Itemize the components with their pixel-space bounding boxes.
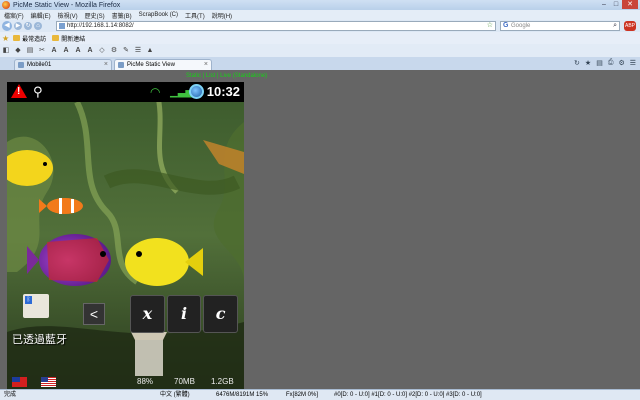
menu-icon[interactable]: ☰ [630,59,636,67]
extension-icon[interactable]: ⚙ [110,47,118,55]
bluetooth-icon: ᛒ [25,296,32,304]
menu-edit[interactable]: 編輯(E) [31,11,51,20]
menu-bar: 檔案(F) 編輯(E) 檢視(V) 歷史(S) 書籤(B) ScrapBook … [0,10,640,20]
extension-icon[interactable]: ◧ [2,47,10,55]
navigation-toolbar: ◀ ▶ ↻ ⌂ http://192.168.1.14:8082/ ☆ G Go… [0,20,640,32]
tab-close-icon[interactable]: × [204,60,208,70]
folder-icon [13,35,21,41]
battery-percent: 88% [137,377,154,386]
firefox-memory: Fx[82M 0%] [286,392,319,398]
text-size-icon[interactable]: A [74,47,82,55]
search-bar[interactable]: G Google ⌕ [500,21,620,31]
home-icon[interactable]: ⌂ [34,22,42,30]
us-flag-icon [41,377,56,387]
usb-icon: ⚲ [33,84,43,99]
phone-bottom-bar: 88% 70MB 1.2GB [7,375,244,389]
menu-scrapbook[interactable]: ScrapBook (C) [139,12,178,18]
tab-label: PicMe Static View [127,62,175,68]
globe-icon [189,84,204,99]
tab-toolbar-icons: ↻ ★ ▤ ⎙ ⚙ ☰ [569,59,636,67]
ram-usage: 70MB [174,377,195,386]
reload-icon[interactable]: ↻ [24,22,32,30]
tab-favicon-icon [18,62,24,68]
capture-control-button[interactable]: c [203,295,239,333]
bookmark-new-links[interactable]: 開新連結 [52,34,85,43]
storage-usage: 1.2GB [211,377,234,386]
share-icon[interactable]: < [83,303,105,325]
memory-usage: 6476M/8191M 15% [216,392,269,398]
menu-history[interactable]: 歷史(S) [85,11,105,20]
site-favicon-icon [59,23,65,29]
bookmark-icon[interactable]: ★ [585,59,591,67]
extension-toolbar: ◧ ◆ ▤ ✂ A A A A ◇ ⚙ ✎ ☰ ▲ [0,44,640,57]
view-mode-links[interactable]: Static | List | Live (Standalone) [186,73,267,79]
download-threads: #0[D: 0 - U:0] #1[D: 0 - U:0] #2[D: 0 - … [334,392,482,398]
page-content: Static | List | Live (Standalone) ! ⚲ ◠ … [0,70,640,389]
wifi-icon: ◠ [150,85,161,99]
extension-icon[interactable]: ✂ [38,47,46,55]
extension-icon[interactable]: ▲ [146,47,154,55]
android-status-bar: ⚲ ◠ ▁▃▅ 10:32 [7,82,244,102]
text-size-icon[interactable]: A [86,47,94,55]
ime-indicator[interactable]: 中文 (繁體) [160,390,190,400]
back-icon[interactable]: ◀ [2,21,12,31]
bookmark-label: 開新連結 [61,36,86,43]
close-control-button[interactable]: x [130,295,165,333]
phone-screen: ⚲ ◠ ▁▃▅ 10:32 ᛒ < x i c 已透過藍牙 88% 70MB 1… [7,82,244,389]
minimize-button[interactable]: – [598,0,610,9]
tab-favicon-icon [118,62,124,68]
refresh-icon[interactable]: ↻ [574,59,580,67]
print-icon[interactable]: ⎙ [608,59,614,67]
warning-icon [11,84,27,98]
menu-file[interactable]: 檔案(F) [4,11,24,20]
tab-close-icon[interactable]: × [104,60,108,70]
url-bar[interactable]: http://192.168.1.14:8082/ ☆ [56,21,496,31]
search-placeholder: Google [511,23,531,29]
toast-message: 已透過藍牙 [12,334,67,346]
taiwan-flag-icon [12,377,27,387]
search-icon[interactable]: ⌕ [613,22,617,30]
google-icon: G [503,22,509,29]
tools-icon[interactable]: ⚙ [618,59,624,67]
extension-icon[interactable]: ▤ [26,47,34,55]
url-text: http://192.168.1.14:8082/ [67,23,134,29]
tab-mobile01[interactable]: Mobile01 × [14,59,112,70]
tab-bar: Mobile01 × PicMe Static View × [0,57,640,70]
bluetooth-notification: ᛒ [23,294,49,318]
window-controls: – □ ✕ [598,0,638,9]
maximize-button[interactable]: □ [610,0,622,9]
control-buttons: x i c [130,295,239,333]
bookmarks-toolbar: ★ 最常造訪 開新連結 [0,32,640,44]
window-titlebar: PicMe Static View - Mozilla Firefox – □ … [0,0,640,10]
go-icon[interactable]: ☆ [487,22,493,30]
window-title: PicMe Static View - Mozilla Firefox [13,1,121,9]
close-button[interactable]: ✕ [622,0,638,9]
extension-icon[interactable]: ◆ [14,47,22,55]
menu-help[interactable]: 說明(H) [212,11,232,20]
browser-status-bar: 完成 中文 (繁體) 6476M/8191M 15% Fx[82M 0%] #0… [0,389,640,400]
extension-icon[interactable]: ☰ [134,47,142,55]
menu-bookmarks[interactable]: 書籤(B) [112,11,132,20]
menu-view[interactable]: 檢視(V) [58,11,78,20]
text-size-icon[interactable]: A [50,47,58,55]
text-size-icon[interactable]: A [62,47,70,55]
extension-icon[interactable]: ✎ [122,47,130,55]
tab-label: Mobile01 [27,62,52,68]
bookmark-label: 最常造訪 [22,36,47,43]
status-text: 完成 [4,392,17,398]
tab-picme-static-view[interactable]: PicMe Static View × [114,59,212,70]
page-icon[interactable]: ▤ [596,59,603,67]
folder-icon [52,35,60,41]
clock: 10:32 [206,84,240,99]
forward-icon[interactable]: ▶ [14,22,22,30]
extension-icon[interactable]: ◇ [98,47,106,55]
bookmark-star-icon[interactable]: ★ [2,34,9,43]
bookmark-most-visited[interactable]: 最常造訪 [13,34,46,43]
adblock-icon[interactable]: ABP [624,21,636,31]
menu-tools[interactable]: 工具(T) [185,11,205,20]
firefox-logo-icon [2,1,10,9]
info-control-button[interactable]: i [166,295,202,333]
